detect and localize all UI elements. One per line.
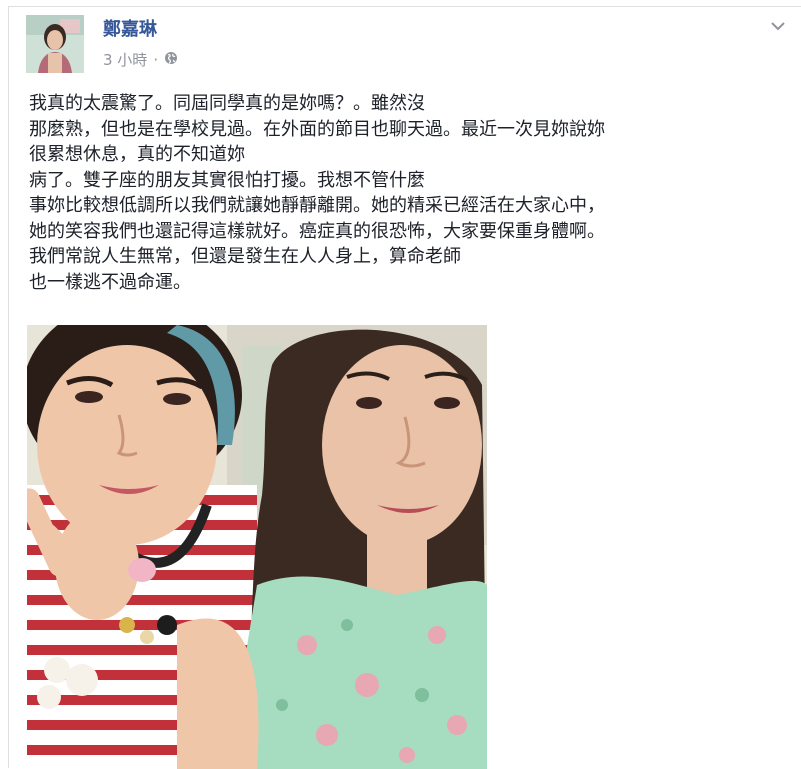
post-photo[interactable] [27,325,487,769]
post-text-line: 也一樣逃不過命運。 [29,271,191,293]
post-text-line: 很累想休息，真的不知道妳 [29,144,245,165]
post-text-line: 病了。雙子座的朋友其實很怕打擾。我想不管什麼 [29,169,425,191]
chevron-down-icon[interactable] [769,17,787,35]
author-name[interactable]: 鄭嘉琳 [103,15,157,41]
selfie-image [27,325,487,769]
post-text-line: 我真的太震驚了。同屆同學真的是妳嗎？。雖然沒 [29,93,425,114]
avatar-image [26,15,84,73]
post-text-line: 那麼熟，但也是在學校見過。在外面的節目也聊天過。最近一次見妳說妳 [29,118,605,140]
post-card: 鄭嘉琳 3 小時 · 我真的太震驚了。同屆同學真的是妳嗎？。雖然沒 那麼熟，但也… [8,6,801,769]
avatar[interactable] [26,15,84,73]
post-text-line: 我們常說人生無常，但還是發生在人人身上，算命老師 [29,246,461,267]
globe-icon[interactable] [164,51,178,69]
post-meta: 3 小時 · [103,49,178,70]
meta-separator: · [153,50,159,69]
post-time[interactable]: 3 小時 [103,49,147,70]
post-text: 我真的太震驚了。同屆同學真的是妳嗎？。雖然沒 那麼熟，但也是在學校見過。在外面的… [29,91,799,295]
post-text-line: 她的笑容我們也還記得這樣就好。癌症真的很恐怖，大家要保重身體啊。 [29,220,605,242]
post-text-line: 事妳比較想低調所以我們就讓她靜靜離開。她的精采已經活在大家心中， [29,195,605,216]
